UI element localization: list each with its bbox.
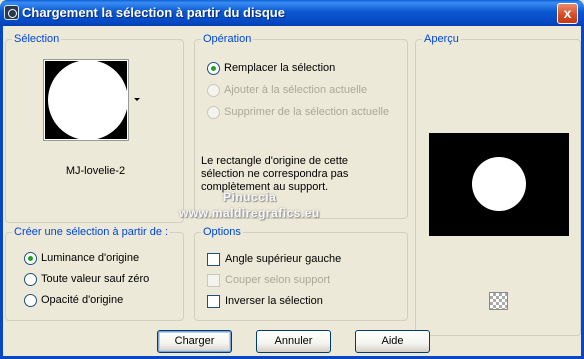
- cancel-button[interactable]: Annuler: [256, 330, 331, 353]
- help-button[interactable]: Aide: [355, 330, 430, 353]
- radio-nonzero-label: Toute valeur sauf zéro: [41, 273, 150, 285]
- load-button[interactable]: Charger: [157, 330, 232, 353]
- create-selection-group: Créer une sélection à partir de : Lumina…: [5, 226, 184, 321]
- options-group-title: Options: [201, 226, 243, 239]
- operation-note: Le rectangle d'origine de cette sélectio…: [201, 155, 349, 193]
- title-bar[interactable]: Chargement la sélection à partir du disq…: [0, 0, 584, 26]
- checker-background-icon[interactable]: [489, 292, 508, 310]
- radio-button[interactable]: [207, 83, 220, 97]
- radio-subtract-label: Supprimer de la sélection actuelle: [224, 106, 390, 118]
- radio-replace-label: Remplacer la sélection: [224, 62, 336, 74]
- checkbox[interactable]: [207, 273, 220, 287]
- selection-name: MJ-lovelie-2: [65, 165, 126, 177]
- radio-original-opacity[interactable]: Opacité d'origine: [24, 293, 123, 307]
- preview-group: Aperçu: [415, 33, 581, 336]
- radio-luminance-label: Luminance d'origine: [41, 252, 140, 264]
- dialog-body: Sélection MJ-lovelie-2 Opération Remplac…: [0, 26, 584, 359]
- checkbox-top-left-corner[interactable]: Angle supérieur gauche: [207, 252, 341, 266]
- watermark-url: www.maldiregrafics.eu: [179, 206, 320, 220]
- preview-image: [429, 133, 569, 236]
- radio-replace-selection[interactable]: Remplacer la sélection: [207, 61, 335, 75]
- radio-button[interactable]: [207, 105, 220, 119]
- radio-subtract-selection[interactable]: Supprimer de la sélection actuelle: [207, 105, 389, 119]
- checkbox-top-left-label: Angle supérieur gauche: [225, 253, 342, 265]
- preview-group-title: Aperçu: [422, 33, 461, 46]
- close-button[interactable]: x: [557, 3, 578, 24]
- radio-button[interactable]: [24, 272, 37, 286]
- radio-original-luminance[interactable]: Luminance d'origine: [24, 251, 139, 265]
- checkbox[interactable]: [207, 252, 220, 266]
- create-selection-group-title: Créer une sélection à partir de :: [12, 226, 171, 239]
- radio-opacity-label: Opacité d'origine: [41, 294, 124, 306]
- checkbox-invert-selection[interactable]: Inverser la sélection: [207, 294, 323, 308]
- radio-button[interactable]: [207, 61, 220, 75]
- radio-button[interactable]: [24, 251, 37, 265]
- app-icon: [4, 5, 19, 20]
- selection-group-title: Sélection: [12, 33, 62, 46]
- checkbox-invert-label: Inverser la sélection: [225, 295, 323, 307]
- selection-thumbnail[interactable]: [43, 59, 129, 141]
- radio-any-nonzero[interactable]: Toute valeur sauf zéro: [24, 272, 149, 286]
- radio-button[interactable]: [24, 293, 37, 307]
- thumbnail-dropdown-arrow-icon[interactable]: [134, 98, 140, 101]
- checkbox-crop-label: Couper selon support: [225, 274, 331, 286]
- operation-group-title: Opération: [201, 33, 254, 46]
- radio-add-label: Ajouter à la sélection actuelle: [224, 84, 368, 96]
- checkbox[interactable]: [207, 294, 220, 308]
- window-title: Chargement la sélection à partir du disq…: [22, 5, 285, 20]
- watermark-name: Pinuccia: [223, 190, 277, 204]
- options-group: Options Angle supérieur gauche Couper se…: [194, 226, 408, 321]
- checkbox-crop-to-canvas[interactable]: Couper selon support: [207, 273, 330, 287]
- radio-add-selection[interactable]: Ajouter à la sélection actuelle: [207, 83, 367, 97]
- selection-group: Sélection MJ-lovelie-2: [5, 33, 184, 223]
